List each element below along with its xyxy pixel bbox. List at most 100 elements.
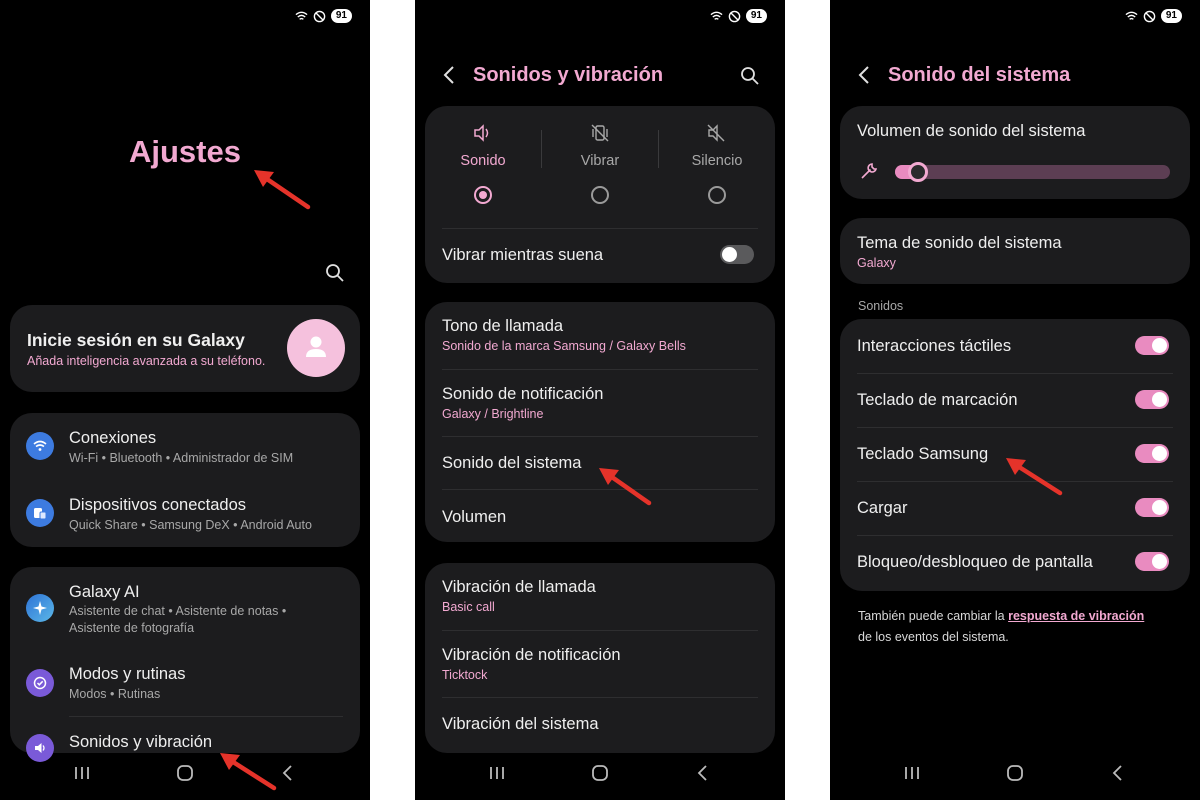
item-subtitle: Wi-Fi • Bluetooth • Administrador de SIM [69, 451, 294, 465]
item-title: Modos y rutinas [69, 665, 186, 683]
toggle-label: Interacciones táctiles [857, 337, 1012, 355]
back-arrow-icon[interactable] [441, 64, 457, 86]
vibrate-while-ringing-toggle[interactable] [720, 245, 754, 264]
ringtone-row[interactable]: Tono de llamada Sonido de la marca Samsu… [425, 302, 775, 369]
account-title: Inicie sesión en su Galaxy [27, 330, 245, 350]
sounds-vibration-screen: 91 Sonidos y vibración Sonido Vibrar Sil… [415, 0, 785, 800]
status-bar: 91 [295, 8, 352, 24]
home-button[interactable] [995, 758, 1035, 788]
row-title: Sonido de notificación [442, 385, 604, 403]
avatar[interactable] [287, 319, 345, 377]
slider-thumb[interactable] [908, 162, 928, 182]
status-bar: 91 [1125, 8, 1182, 24]
toggle-row-charging[interactable]: Cargar [840, 482, 1190, 535]
call-vibration-row[interactable]: Vibración de llamada Basic call [425, 563, 775, 630]
touch-interactions-toggle[interactable] [1135, 336, 1169, 355]
page-title: Ajustes [129, 134, 241, 169]
battery-indicator: 91 [330, 9, 352, 23]
toggle-row-lock[interactable]: Bloqueo/desbloqueo de pantalla [840, 536, 1190, 591]
do-not-disturb-icon [728, 10, 741, 22]
search-icon[interactable] [325, 263, 345, 283]
radio-mute[interactable] [708, 186, 726, 204]
back-button[interactable] [1098, 758, 1138, 788]
item-title: Conexiones [69, 429, 157, 447]
vibrate-icon [591, 124, 609, 142]
back-button[interactable] [683, 758, 723, 788]
home-button[interactable] [165, 758, 205, 788]
sound-mode-option[interactable]: Vibrar [542, 106, 658, 226]
system-vibration-row[interactable]: Vibración del sistema [425, 698, 775, 753]
notification-sound-row[interactable]: Sonido de notificación Galaxy / Brightli… [425, 370, 775, 436]
toggle-row-dialpad[interactable]: Teclado de marcación [840, 374, 1190, 427]
page-title: Sonidos y vibración [473, 64, 664, 86]
system-sound-row[interactable]: Sonido del sistema [425, 437, 775, 489]
home-button[interactable] [580, 758, 620, 788]
wifi-status-icon [710, 11, 723, 20]
item-subtitle: Quick Share • Samsung DeX • Android Auto [69, 518, 312, 532]
samsung-keyboard-toggle[interactable] [1135, 444, 1169, 463]
toggle-row-touch[interactable]: Interacciones táctiles [840, 319, 1190, 373]
settings-item-connected-devices[interactable]: Dispositivos conectados Quick Share • Sa… [10, 480, 360, 547]
sounds-toggle-group: Interacciones táctiles Teclado de marcac… [840, 319, 1190, 591]
navigation-bar [830, 758, 1200, 788]
back-icon [697, 765, 707, 781]
sound-theme-card[interactable]: Tema de sonido del sistema Galaxy [840, 218, 1190, 284]
recents-icon [75, 767, 89, 779]
back-icon [282, 765, 292, 781]
recents-button[interactable] [477, 758, 517, 788]
dialpad-toggle[interactable] [1135, 390, 1169, 409]
settings-item-sounds-vibration[interactable]: Sonidos y vibración [10, 717, 360, 762]
back-arrow-icon[interactable] [856, 64, 872, 86]
wifi-status-icon [1125, 11, 1138, 20]
system-sound-screen: 91 Sonido del sistema Volumen de sonido … [830, 0, 1200, 800]
home-icon [1007, 765, 1023, 781]
volume-icon [474, 124, 489, 142]
account-subtitle: Añada inteligencia avanzada a su teléfon… [27, 354, 266, 368]
recents-button[interactable] [62, 758, 102, 788]
settings-item-connections[interactable]: Conexiones Wi-Fi • Bluetooth • Administr… [10, 413, 360, 480]
vibrate-while-ringing-row[interactable]: Vibrar mientras suena [425, 229, 775, 283]
search-icon[interactable] [740, 66, 760, 86]
toggle-label: Cargar [857, 499, 908, 517]
vibration-response-link[interactable]: respuesta de vibración [1008, 609, 1144, 623]
item-title: Sonidos y vibración [69, 733, 213, 751]
features-group: Galaxy AI Asistente de chat • Asistente … [10, 567, 360, 762]
item-subtitle: Asistente de chat • Asistente de notas • [69, 604, 287, 618]
item-subtitle-line2: Asistente de fotografía [69, 621, 195, 635]
wrench-icon[interactable] [859, 161, 879, 181]
row-title: Sonido del sistema [442, 454, 582, 472]
radio-sound[interactable] [474, 186, 492, 204]
radio-vibrate[interactable] [591, 186, 609, 204]
wifi-icon [26, 432, 54, 460]
footer-text: de los eventos del sistema. [858, 630, 1009, 644]
settings-item-galaxy-ai[interactable]: Galaxy AI Asistente de chat • Asistente … [10, 567, 360, 649]
footer-text: También puede cambiar la [858, 609, 1005, 623]
lock-unlock-toggle[interactable] [1135, 552, 1169, 571]
page-title: Sonido del sistema [888, 64, 1071, 86]
back-button[interactable] [268, 758, 308, 788]
settings-item-modes-routines[interactable]: Modos y rutinas Modos • Rutinas [10, 649, 360, 716]
status-bar: 91 [710, 8, 767, 24]
settings-screen: 91 Ajustes Inicie sesión en su Galaxy Añ… [0, 0, 370, 800]
charging-toggle[interactable] [1135, 498, 1169, 517]
battery-indicator: 91 [1160, 9, 1182, 23]
volume-row[interactable]: Volumen [425, 490, 775, 542]
do-not-disturb-icon [1143, 10, 1156, 22]
row-subtitle: Sonido de la marca Samsung / Galaxy Bell… [442, 339, 686, 353]
account-card[interactable]: Inicie sesión en su Galaxy Añada intelig… [10, 305, 360, 392]
toggle-label: Teclado Samsung [857, 445, 989, 463]
sound-mode-option[interactable]: Silencio [659, 106, 775, 226]
modes-icon [26, 669, 54, 697]
toggle-row-keyboard[interactable]: Teclado Samsung [840, 428, 1190, 481]
row-title: Vibración del sistema [442, 715, 599, 733]
footer-note: También puede cambiar la respuesta de vi… [858, 606, 1178, 648]
sound-theme-value: Galaxy [857, 256, 896, 270]
system-volume-slider[interactable] [895, 162, 1170, 182]
sound-mode-option[interactable]: Sonido [425, 106, 541, 226]
sounds-group: Tono de llamada Sonido de la marca Samsu… [425, 302, 775, 542]
sparkle-icon [26, 594, 54, 622]
recents-button[interactable] [892, 758, 932, 788]
row-title: Vibración de notificación [442, 646, 621, 664]
row-subtitle: Ticktock [442, 668, 488, 682]
notification-vibration-row[interactable]: Vibración de notificación Ticktock [425, 631, 775, 697]
